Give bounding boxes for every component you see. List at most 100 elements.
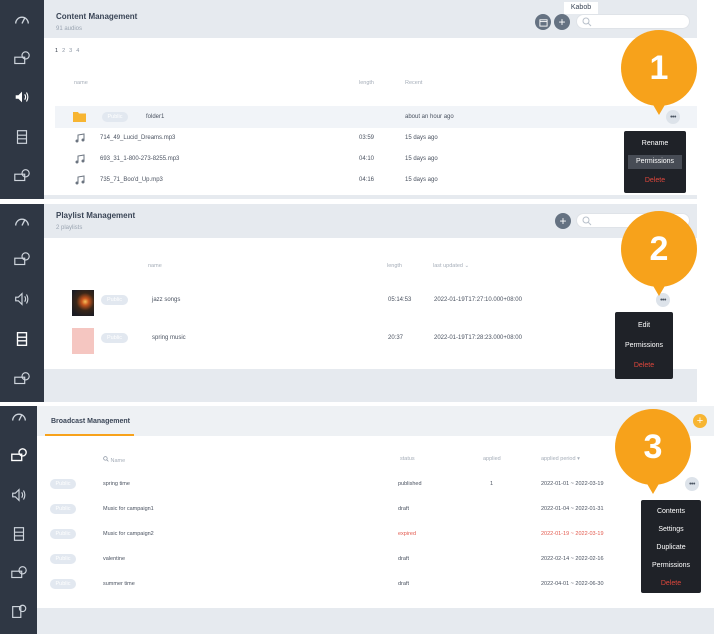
row-name[interactable]: Music for campaign2 bbox=[103, 531, 154, 537]
context-menu: Contents Settings Duplicate Permissions … bbox=[641, 500, 701, 593]
speaker-icon[interactable] bbox=[0, 87, 44, 107]
row-name[interactable]: jazz songs bbox=[152, 297, 180, 303]
more-options-button[interactable]: ••• bbox=[685, 477, 699, 491]
plus-icon: + bbox=[696, 415, 704, 427]
search-icon bbox=[582, 216, 592, 226]
playlist-cover-image bbox=[72, 290, 94, 316]
row-recent: 15 days ago bbox=[405, 177, 438, 183]
report-icon[interactable] bbox=[0, 602, 37, 622]
plus-icon: + bbox=[559, 214, 567, 228]
content-area: Playlist Management 2 playlists + name l… bbox=[44, 204, 697, 402]
page-3[interactable]: 3 bbox=[69, 48, 72, 54]
row-status: expired bbox=[398, 531, 417, 537]
dashboard-icon[interactable] bbox=[0, 406, 37, 426]
menu-contents[interactable]: Contents bbox=[641, 508, 701, 515]
public-badge: Public bbox=[102, 112, 128, 122]
menu-delete[interactable]: Delete bbox=[615, 362, 673, 369]
tab-broadcast-management[interactable]: Broadcast Management bbox=[51, 418, 130, 425]
add-broadcast-button[interactable]: + bbox=[693, 414, 707, 428]
row-length: 05:14:53 bbox=[388, 297, 412, 303]
row-length: 03:59 bbox=[359, 135, 375, 141]
menu-duplicate[interactable]: Duplicate bbox=[641, 544, 701, 551]
playlist-icon[interactable] bbox=[0, 127, 44, 147]
step-badge: 1 bbox=[621, 30, 697, 115]
playlist-icon[interactable] bbox=[0, 524, 37, 544]
column-length[interactable]: length bbox=[359, 80, 374, 86]
row-status: draft bbox=[398, 556, 410, 562]
device-icon[interactable] bbox=[0, 563, 37, 583]
row-name[interactable]: 714_49_Lucid_Dreams.mp3 bbox=[100, 135, 175, 141]
pagination[interactable]: 1234 bbox=[55, 48, 83, 54]
menu-delete[interactable]: Delete bbox=[641, 580, 701, 587]
row-name[interactable]: folder1 bbox=[146, 114, 164, 120]
row-status: published bbox=[398, 481, 422, 487]
public-badge: Public bbox=[50, 554, 76, 564]
column-length[interactable]: length bbox=[387, 263, 402, 269]
column-recent[interactable]: Recent bbox=[405, 80, 422, 86]
step-badge: 2 bbox=[621, 211, 697, 296]
broadcast-list-card: Name status applied applied period ▾ Pub… bbox=[37, 436, 714, 608]
public-badge: Public bbox=[50, 529, 76, 539]
menu-rename[interactable]: Rename bbox=[624, 140, 686, 147]
page-2[interactable]: 2 bbox=[62, 48, 65, 54]
music-note-icon bbox=[75, 133, 85, 143]
broadcast-schedule-icon[interactable] bbox=[0, 250, 44, 270]
row-name[interactable]: summer time bbox=[103, 581, 135, 587]
speaker-icon[interactable] bbox=[0, 485, 37, 505]
column-name-label: Name bbox=[110, 458, 126, 464]
menu-delete[interactable]: Delete bbox=[624, 177, 686, 184]
column-last-updated[interactable]: last updated ⌄ bbox=[433, 263, 469, 269]
search-icon bbox=[103, 456, 109, 462]
column-name[interactable]: Name bbox=[103, 456, 125, 464]
content-management-panel: Content Management 91 audios + Kabob 123… bbox=[0, 0, 720, 199]
dashboard-icon[interactable] bbox=[0, 211, 44, 231]
plus-icon: + bbox=[558, 15, 566, 29]
menu-edit[interactable]: Edit bbox=[615, 322, 673, 329]
row-period: 2022-02-14 ~ 2022-02-16 bbox=[541, 556, 604, 562]
chevron-down-icon: ⌄ bbox=[464, 263, 470, 269]
tab-bar bbox=[37, 406, 714, 436]
speaker-icon[interactable] bbox=[0, 289, 44, 309]
broadcast-schedule-icon[interactable] bbox=[0, 49, 44, 69]
dashboard-icon[interactable] bbox=[0, 9, 44, 29]
device-icon[interactable] bbox=[0, 369, 44, 389]
step-badge: 3 bbox=[615, 409, 691, 494]
public-badge: Public bbox=[101, 333, 128, 343]
add-playlist-button[interactable]: + bbox=[555, 213, 571, 229]
column-applied-period[interactable]: applied period ▾ bbox=[541, 456, 580, 462]
row-name[interactable]: spring music bbox=[152, 335, 186, 341]
content-area: Broadcast Management + Name status appli… bbox=[37, 406, 714, 634]
music-note-icon bbox=[75, 154, 85, 164]
row-recent: 15 days ago bbox=[405, 135, 438, 141]
menu-permissions[interactable]: Permissions bbox=[641, 562, 701, 569]
page-1[interactable]: 1 bbox=[55, 48, 58, 54]
page-4[interactable]: 4 bbox=[76, 48, 79, 54]
user-name[interactable]: Kabob bbox=[564, 2, 598, 14]
device-icon[interactable] bbox=[0, 166, 44, 186]
row-period: 2022-04-01 ~ 2022-06-30 bbox=[541, 581, 604, 587]
column-status[interactable]: status bbox=[400, 456, 415, 462]
search-input[interactable] bbox=[576, 14, 690, 29]
calendar-button[interactable] bbox=[535, 14, 551, 30]
row-name[interactable]: Music for campaign1 bbox=[103, 506, 154, 512]
content-area: Content Management 91 audios + Kabob 123… bbox=[44, 0, 697, 199]
row-name[interactable]: valentine bbox=[103, 556, 125, 562]
row-period: 2022-01-19 ~ 2022-03-19 bbox=[541, 531, 604, 537]
menu-permissions[interactable]: Permissions bbox=[628, 155, 682, 169]
menu-permissions[interactable]: Permissions bbox=[615, 342, 673, 349]
audio-list-card: 1234 name length Recent Public folder1 a… bbox=[44, 38, 697, 195]
row-name[interactable]: 693_31_1-800-273-8255.mp3 bbox=[100, 156, 179, 162]
column-name[interactable]: name bbox=[148, 263, 162, 269]
row-name[interactable]: 735_71_Boo'd_Up.mp3 bbox=[100, 177, 163, 183]
broadcast-management-panel: Broadcast Management + Name status appli… bbox=[0, 406, 720, 634]
playlist-icon[interactable] bbox=[0, 329, 44, 349]
menu-settings[interactable]: Settings bbox=[641, 526, 701, 533]
more-options-button[interactable]: ••• bbox=[666, 110, 680, 124]
broadcast-schedule-icon[interactable] bbox=[0, 446, 37, 466]
add-button[interactable]: + bbox=[554, 14, 570, 30]
column-name[interactable]: name bbox=[74, 80, 88, 86]
page-title: Playlist Management bbox=[56, 211, 136, 220]
column-applied[interactable]: applied bbox=[483, 456, 501, 462]
row-updated: 2022-01-19T17:27:10.000+08:00 bbox=[434, 297, 522, 303]
row-name[interactable]: spring time bbox=[103, 481, 130, 487]
